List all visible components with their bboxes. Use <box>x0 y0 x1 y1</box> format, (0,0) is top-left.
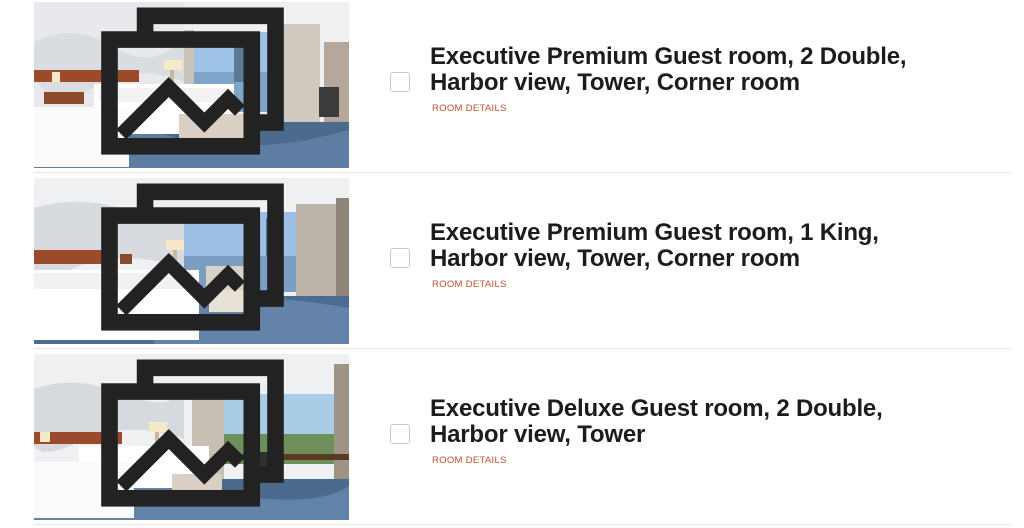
room-details-link[interactable]: ROOM DETAILS <box>432 103 507 114</box>
room-title: Executive Premium Guest room, 2 Double, … <box>430 44 990 96</box>
gallery-icon <box>101 7 284 155</box>
room-row: Executive Premium Guest room, 2 Double, … <box>34 2 1012 173</box>
room-photo[interactable] <box>34 354 349 520</box>
room-details-link[interactable]: ROOM DETAILS <box>432 455 507 466</box>
room-title-line1: Executive Premium Guest room, 1 King, <box>430 219 879 246</box>
room-details-link[interactable]: ROOM DETAILS <box>432 279 507 290</box>
room-title: Executive Deluxe Guest room, 2 Double, H… <box>430 396 990 448</box>
room-photo[interactable] <box>34 2 349 168</box>
room-title-line1: Executive Deluxe Guest room, 2 Double, <box>430 395 883 422</box>
room-title-line1: Executive Premium Guest room, 2 Double, <box>430 43 907 70</box>
room-title-line2: Harbor view, Tower, Corner room <box>430 69 800 96</box>
room-row: Executive Premium Guest room, 1 King, Ha… <box>34 178 1012 349</box>
room-select-checkbox[interactable] <box>390 424 410 444</box>
room-list: Executive Premium Guest room, 2 Double, … <box>0 0 1024 528</box>
gallery-icon <box>101 359 284 507</box>
room-photo[interactable] <box>34 178 349 344</box>
gallery-icon <box>101 183 284 331</box>
room-title-line2: Harbor view, Tower <box>430 421 646 448</box>
room-title-line2: Harbor view, Tower, Corner room <box>430 245 800 272</box>
room-title: Executive Premium Guest room, 1 King, Ha… <box>430 220 990 272</box>
room-select-checkbox[interactable] <box>390 248 410 268</box>
room-select-checkbox[interactable] <box>390 72 410 92</box>
room-row: Executive Deluxe Guest room, 2 Double, H… <box>34 354 1012 525</box>
